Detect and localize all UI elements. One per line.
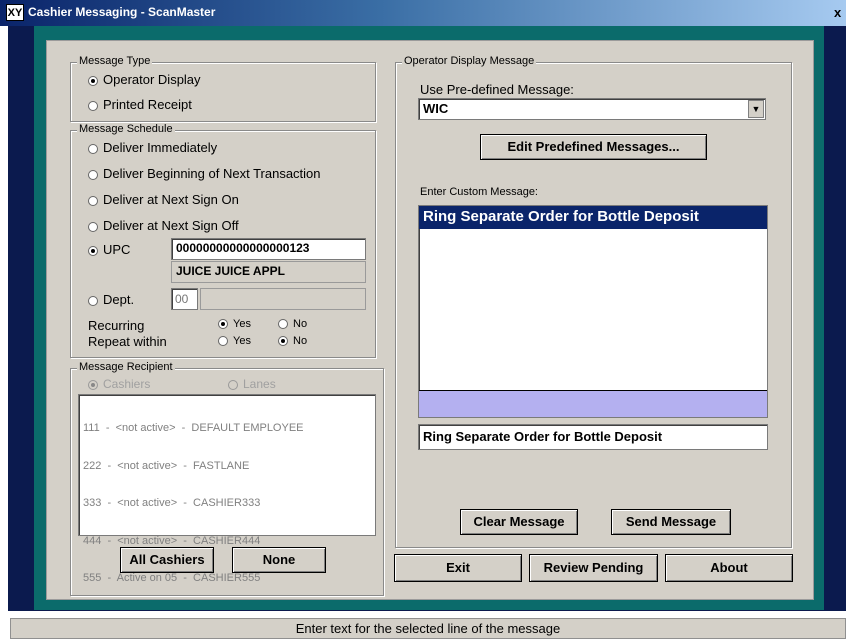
radio-label: UPC — [103, 242, 131, 257]
radio-icon — [88, 295, 98, 306]
dept-description — [200, 288, 366, 310]
about-button[interactable]: About — [665, 554, 793, 582]
radio-deliver-sign-off[interactable]: Deliver at Next Sign Off — [88, 218, 239, 233]
predefined-value: WIC — [423, 101, 449, 116]
radio-label: Deliver Beginning of Next Transaction — [103, 166, 321, 181]
recipient-title: Message Recipient — [77, 361, 175, 373]
review-pending-button[interactable]: Review Pending — [529, 554, 658, 582]
cashier-list[interactable]: 111 - <not active> - DEFAULT EMPLOYEE 22… — [78, 394, 376, 584]
radio-dept[interactable]: Dept. — [88, 292, 134, 307]
radio-icon — [88, 143, 98, 154]
status-bar: Enter text for the selected line of the … — [10, 618, 846, 639]
radio-icon — [88, 195, 98, 206]
line-edit-input[interactable]: Ring Separate Order for Bottle Deposit — [418, 424, 768, 450]
window-title: Cashier Messaging - ScanMaster — [28, 5, 216, 19]
radio-label: Deliver Immediately — [103, 140, 218, 155]
radio-label: No — [293, 335, 308, 347]
radio-label: Deliver at Next Sign Off — [103, 218, 239, 233]
radio-icon — [218, 319, 228, 330]
exit-button[interactable]: Exit — [394, 554, 522, 582]
radio-icon — [88, 379, 98, 390]
radio-icon — [88, 75, 98, 86]
message-type-title: Message Type — [77, 55, 153, 67]
radio-icon — [278, 319, 288, 330]
upc-description: JUICE JUICE APPL — [171, 261, 366, 283]
repeat-yes[interactable]: Yes — [218, 335, 251, 347]
button-label: Send Message — [625, 514, 717, 529]
button-label: Exit — [446, 560, 470, 575]
message-line-selected[interactable]: Ring Separate Order for Bottle Deposit — [419, 206, 767, 229]
radio-operator-display[interactable]: Operator Display — [88, 72, 201, 87]
list-item[interactable]: 555 - Active on 05 - CASHIER555 — [83, 572, 371, 585]
custom-message-list[interactable]: Ring Separate Order for Bottle Deposit — [418, 205, 768, 418]
send-message-button[interactable]: Send Message — [611, 509, 731, 535]
radio-cashiers[interactable]: Cashiers — [88, 377, 150, 391]
list-item[interactable]: 333 - <not active> - CASHIER333 — [83, 497, 371, 510]
radio-icon — [278, 336, 288, 347]
upc-input[interactable]: 00000000000000000123 — [171, 238, 366, 260]
button-label: Clear Message — [473, 514, 565, 529]
radio-deliver-immediately[interactable]: Deliver Immediately — [88, 140, 217, 155]
display-title: Operator Display Message — [402, 55, 537, 67]
button-label: None — [262, 552, 296, 567]
close-icon[interactable]: x — [834, 5, 841, 20]
schedule-title: Message Schedule — [77, 123, 175, 135]
app-icon: XY — [6, 4, 24, 21]
radio-icon — [228, 379, 238, 390]
radio-printed-receipt[interactable]: Printed Receipt — [88, 97, 192, 112]
radio-label: Yes — [233, 335, 251, 347]
predefined-label: Use Pre-defined Message: — [420, 82, 574, 97]
radio-icon — [88, 100, 98, 111]
radio-label: Operator Display — [103, 72, 201, 87]
edit-predefined-button[interactable]: Edit Predefined Messages... — [480, 134, 707, 160]
predefined-select[interactable]: WIC ▼ — [418, 98, 766, 120]
dept-input[interactable]: 00 — [171, 288, 198, 310]
chevron-down-icon[interactable]: ▼ — [748, 100, 764, 118]
radio-label: Yes — [233, 318, 251, 330]
radio-deliver-next-transaction[interactable]: Deliver Beginning of Next Transaction — [88, 166, 321, 181]
all-cashiers-button[interactable]: All Cashiers — [120, 547, 214, 573]
repeat-no[interactable]: No — [278, 335, 307, 347]
recurring-label: Recurring — [88, 318, 145, 333]
radio-lanes[interactable]: Lanes — [228, 377, 276, 391]
radio-deliver-sign-on[interactable]: Deliver at Next Sign On — [88, 192, 239, 207]
list-item[interactable]: 444 - <not active> - CASHIER444 — [83, 535, 371, 548]
radio-label: Lanes — [243, 377, 276, 391]
radio-icon — [218, 336, 228, 347]
button-label: Review Pending — [543, 560, 644, 575]
clear-message-button[interactable]: Clear Message — [460, 509, 578, 535]
radio-label: Dept. — [103, 292, 135, 307]
radio-label: Printed Receipt — [103, 97, 192, 112]
message-line-highlight[interactable] — [419, 390, 767, 417]
radio-upc[interactable]: UPC — [88, 242, 130, 257]
radio-label: Deliver at Next Sign On — [103, 192, 239, 207]
none-button[interactable]: None — [232, 547, 326, 573]
radio-label: No — [293, 318, 308, 330]
recurring-no[interactable]: No — [278, 318, 307, 330]
radio-icon — [88, 245, 98, 256]
radio-icon — [88, 221, 98, 232]
list-item[interactable]: 222 - <not active> - FASTLANE — [83, 460, 371, 473]
custom-message-label: Enter Custom Message: — [420, 186, 538, 198]
radio-icon — [88, 169, 98, 180]
button-label: All Cashiers — [129, 552, 205, 567]
radio-label: Cashiers — [103, 377, 151, 391]
message-type-group: Message Type — [70, 55, 376, 122]
list-item[interactable]: 111 - <not active> - DEFAULT EMPLOYEE — [83, 422, 371, 435]
button-label: About — [710, 560, 748, 575]
recurring-yes[interactable]: Yes — [218, 318, 251, 330]
button-label: Edit Predefined Messages... — [507, 139, 680, 154]
repeat-within-label: Repeat within — [88, 334, 167, 349]
